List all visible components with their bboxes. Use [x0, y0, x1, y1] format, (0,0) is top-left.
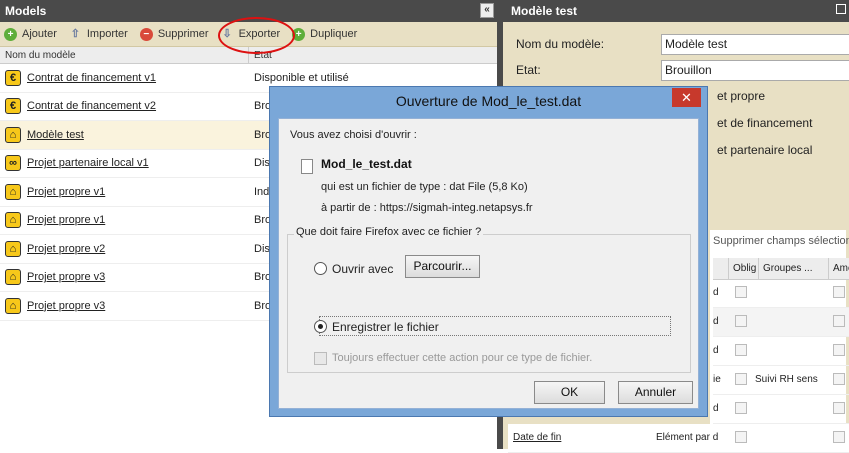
- house-icon: ⌂: [5, 297, 21, 314]
- fields-grid-header: Oblig Groupes ... Ame: [713, 258, 849, 280]
- mandatory-checkbox[interactable]: [735, 402, 747, 414]
- amendment-checkbox[interactable]: [833, 286, 845, 298]
- mandatory-checkbox[interactable]: [735, 373, 747, 385]
- model-state: Disponible et utilisé: [254, 71, 349, 84]
- model-detail-header: Modèle test: [503, 0, 849, 22]
- duplicate-label: Dupliquer: [310, 28, 358, 40]
- cell-type: d: [713, 345, 719, 356]
- amendment-checkbox[interactable]: [833, 315, 845, 327]
- amendment-checkbox[interactable]: [833, 344, 845, 356]
- model-name-link[interactable]: Projet propre v1: [27, 186, 249, 198]
- euro-icon: €: [5, 69, 21, 86]
- file-source-text: à partir de : https://sigmah-integ.netap…: [321, 202, 533, 214]
- state-select[interactable]: Brouillon: [661, 60, 849, 81]
- model-name-link[interactable]: Modèle test: [27, 129, 249, 141]
- table-row[interactable]: ie Suivi RH sens: [713, 366, 849, 395]
- collapse-icon[interactable]: «: [480, 3, 494, 18]
- cell-type: ie: [713, 374, 721, 385]
- model-name-link[interactable]: Contrat de financement v2: [27, 100, 249, 112]
- euro-icon: €: [5, 98, 21, 115]
- import-icon: ⇧: [70, 27, 80, 40]
- open-file-dialog: Ouverture de Mod_le_test.dat ✕ Vous avez…: [269, 86, 708, 417]
- ok-button[interactable]: OK: [534, 381, 605, 404]
- mandatory-checkbox[interactable]: [735, 431, 747, 443]
- table-row[interactable]: d: [713, 279, 849, 308]
- cell-groups: Suivi RH sens: [755, 374, 818, 385]
- maximize-icon[interactable]: [836, 4, 846, 14]
- model-name-link[interactable]: Projet propre v1: [27, 214, 249, 226]
- delete-label: Supprimer: [157, 28, 209, 40]
- table-row[interactable]: d: [713, 308, 849, 337]
- model-detail-title: Modèle test: [511, 4, 578, 18]
- column-header-mandatory[interactable]: Oblig: [729, 258, 759, 279]
- dialog-titlebar[interactable]: Ouverture de Mod_le_test.dat ✕: [270, 87, 707, 116]
- import-button[interactable]: ⇧ Importer: [69, 28, 128, 41]
- column-header-blank: [713, 258, 729, 279]
- model-name-link[interactable]: Projet partenaire local v1: [27, 157, 249, 169]
- model-name-field[interactable]: Modèle test: [661, 34, 849, 55]
- house-icon: ⌂: [5, 240, 21, 257]
- mandatory-checkbox[interactable]: [735, 286, 747, 298]
- always-do-checkbox[interactable]: [314, 352, 327, 365]
- handshake-icon: ∞: [5, 155, 21, 172]
- dialog-intro: Vous avez choisi d'ouvrir :: [290, 129, 417, 141]
- model-name-link[interactable]: Contrat de financement v1: [27, 72, 249, 84]
- model-name-link[interactable]: Projet propre v3: [27, 300, 249, 312]
- type-option-own-project[interactable]: et propre: [717, 89, 765, 103]
- close-icon[interactable]: ✕: [672, 88, 701, 107]
- save-file-label[interactable]: Enregistrer le fichier: [332, 320, 439, 334]
- type-option-financing[interactable]: et de financement: [717, 116, 812, 130]
- dialog-body: Vous avez choisi d'ouvrir : Mod_le_test.…: [278, 118, 699, 409]
- import-label: Importer: [86, 28, 128, 40]
- table-row[interactable]: d: [713, 395, 849, 424]
- duplicate-button[interactable]: + Dupliquer: [292, 27, 358, 41]
- house-icon: ⌂: [5, 212, 21, 229]
- action-group-title: Que doit faire Firefox avec ce fichier ?: [294, 226, 484, 238]
- amendment-checkbox[interactable]: [833, 373, 845, 385]
- mandatory-checkbox[interactable]: [735, 315, 747, 327]
- open-with-label[interactable]: Ouvrir avec: [332, 262, 393, 276]
- save-file-radio[interactable]: [314, 320, 327, 333]
- export-highlight-circle: [218, 17, 295, 54]
- file-icon: [301, 159, 313, 174]
- cancel-button[interactable]: Annuler: [618, 381, 693, 404]
- models-panel-title: Models: [5, 4, 47, 18]
- file-name: Mod_le_test.dat: [321, 157, 412, 171]
- add-button[interactable]: + Ajouter: [4, 27, 57, 41]
- column-header-groups[interactable]: Groupes ...: [759, 258, 829, 279]
- dialog-title: Ouverture de Mod_le_test.dat: [395, 93, 582, 109]
- delete-button[interactable]: − Supprimer: [139, 27, 209, 41]
- delete-icon: −: [139, 27, 153, 41]
- amendment-checkbox[interactable]: [833, 431, 845, 443]
- model-name-label: Nom du modèle:: [516, 37, 605, 51]
- type-option-local-partner[interactable]: et partenaire local: [717, 143, 812, 157]
- house-icon: ⌂: [5, 126, 21, 143]
- field-name-link[interactable]: Date de fin: [513, 432, 561, 443]
- cell-type: d: [713, 287, 719, 298]
- model-name-link[interactable]: Projet propre v3: [27, 271, 249, 283]
- table-row[interactable]: d: [713, 337, 849, 366]
- delete-selected-fields-button[interactable]: Supprimer champs sélection: [713, 235, 849, 247]
- mandatory-checkbox[interactable]: [735, 344, 747, 356]
- file-type-text: qui est un fichier de type : dat File (5…: [321, 181, 528, 193]
- cell-type: d: [713, 316, 719, 327]
- add-label: Ajouter: [22, 28, 57, 40]
- house-icon: ⌂: [5, 269, 21, 286]
- cell-value: Elément par d: [656, 432, 719, 443]
- cell-type: d: [713, 403, 719, 414]
- add-icon: +: [4, 27, 17, 41]
- always-do-label: Toujours effectuer cette action pour ce …: [332, 352, 593, 364]
- open-with-radio[interactable]: [314, 262, 327, 275]
- state-label: Etat:: [516, 63, 541, 77]
- column-header-name[interactable]: Nom du modèle: [0, 47, 249, 63]
- house-icon: ⌂: [5, 183, 21, 200]
- browse-button[interactable]: Parcourir...: [405, 255, 480, 278]
- amendment-checkbox[interactable]: [833, 402, 845, 414]
- model-name-link[interactable]: Projet propre v2: [27, 243, 249, 255]
- column-header-amendment[interactable]: Ame: [829, 258, 849, 279]
